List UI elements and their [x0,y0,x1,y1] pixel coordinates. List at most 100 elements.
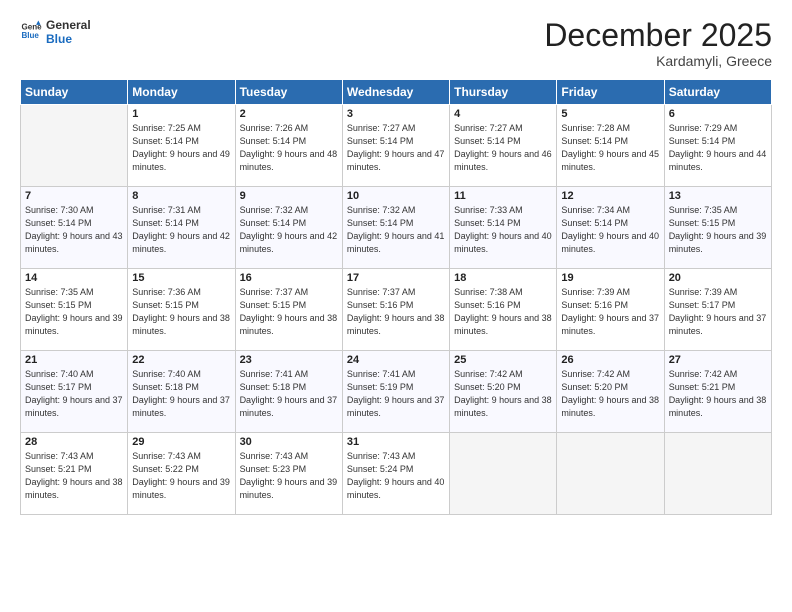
calendar-cell: 5 Sunrise: 7:28 AMSunset: 5:14 PMDayligh… [557,105,664,187]
day-info: Sunrise: 7:42 AMSunset: 5:20 PMDaylight:… [561,368,659,420]
calendar-cell: 3 Sunrise: 7:27 AMSunset: 5:14 PMDayligh… [342,105,449,187]
day-number: 22 [132,354,230,366]
day-number: 19 [561,272,659,284]
day-number: 4 [454,108,552,120]
calendar-table: SundayMondayTuesdayWednesdayThursdayFrid… [20,79,772,515]
day-info: Sunrise: 7:31 AMSunset: 5:14 PMDaylight:… [132,204,230,256]
calendar-cell [21,105,128,187]
day-info: Sunrise: 7:32 AMSunset: 5:14 PMDaylight:… [347,204,445,256]
calendar-week-3: 14 Sunrise: 7:35 AMSunset: 5:15 PMDaylig… [21,269,772,351]
day-number: 25 [454,354,552,366]
day-info: Sunrise: 7:35 AMSunset: 5:15 PMDaylight:… [669,204,767,256]
calendar-cell [557,433,664,515]
day-number: 5 [561,108,659,120]
calendar-cell: 7 Sunrise: 7:30 AMSunset: 5:14 PMDayligh… [21,187,128,269]
page: General Blue General Blue December 2025 … [0,0,792,612]
calendar-cell: 10 Sunrise: 7:32 AMSunset: 5:14 PMDaylig… [342,187,449,269]
weekday-header-friday: Friday [557,80,664,105]
day-number: 18 [454,272,552,284]
calendar-cell: 15 Sunrise: 7:36 AMSunset: 5:15 PMDaylig… [128,269,235,351]
day-number: 27 [669,354,767,366]
day-info: Sunrise: 7:29 AMSunset: 5:14 PMDaylight:… [669,122,767,174]
day-number: 30 [240,436,338,448]
calendar-cell: 16 Sunrise: 7:37 AMSunset: 5:15 PMDaylig… [235,269,342,351]
day-info: Sunrise: 7:40 AMSunset: 5:18 PMDaylight:… [132,368,230,420]
weekday-header-saturday: Saturday [664,80,771,105]
day-info: Sunrise: 7:37 AMSunset: 5:16 PMDaylight:… [347,286,445,338]
day-info: Sunrise: 7:42 AMSunset: 5:21 PMDaylight:… [669,368,767,420]
day-info: Sunrise: 7:39 AMSunset: 5:17 PMDaylight:… [669,286,767,338]
weekday-header-sunday: Sunday [21,80,128,105]
calendar-body: 1 Sunrise: 7:25 AMSunset: 5:14 PMDayligh… [21,105,772,515]
day-info: Sunrise: 7:33 AMSunset: 5:14 PMDaylight:… [454,204,552,256]
day-info: Sunrise: 7:39 AMSunset: 5:16 PMDaylight:… [561,286,659,338]
day-number: 24 [347,354,445,366]
day-number: 21 [25,354,123,366]
svg-text:Blue: Blue [21,31,39,40]
day-info: Sunrise: 7:30 AMSunset: 5:14 PMDaylight:… [25,204,123,256]
day-info: Sunrise: 7:40 AMSunset: 5:17 PMDaylight:… [25,368,123,420]
location: Kardamyli, Greece [544,53,772,69]
calendar-cell [664,433,771,515]
day-number: 20 [669,272,767,284]
day-number: 15 [132,272,230,284]
calendar-cell: 8 Sunrise: 7:31 AMSunset: 5:14 PMDayligh… [128,187,235,269]
calendar-cell: 29 Sunrise: 7:43 AMSunset: 5:22 PMDaylig… [128,433,235,515]
day-number: 7 [25,190,123,202]
day-info: Sunrise: 7:43 AMSunset: 5:23 PMDaylight:… [240,450,338,502]
calendar-cell: 19 Sunrise: 7:39 AMSunset: 5:16 PMDaylig… [557,269,664,351]
weekday-header-wednesday: Wednesday [342,80,449,105]
day-info: Sunrise: 7:43 AMSunset: 5:24 PMDaylight:… [347,450,445,502]
day-info: Sunrise: 7:41 AMSunset: 5:19 PMDaylight:… [347,368,445,420]
calendar-week-1: 1 Sunrise: 7:25 AMSunset: 5:14 PMDayligh… [21,105,772,187]
calendar-cell: 6 Sunrise: 7:29 AMSunset: 5:14 PMDayligh… [664,105,771,187]
day-info: Sunrise: 7:37 AMSunset: 5:15 PMDaylight:… [240,286,338,338]
calendar-cell: 24 Sunrise: 7:41 AMSunset: 5:19 PMDaylig… [342,351,449,433]
day-info: Sunrise: 7:41 AMSunset: 5:18 PMDaylight:… [240,368,338,420]
calendar-cell: 25 Sunrise: 7:42 AMSunset: 5:20 PMDaylig… [450,351,557,433]
calendar-cell: 22 Sunrise: 7:40 AMSunset: 5:18 PMDaylig… [128,351,235,433]
calendar-cell: 18 Sunrise: 7:38 AMSunset: 5:16 PMDaylig… [450,269,557,351]
calendar-week-2: 7 Sunrise: 7:30 AMSunset: 5:14 PMDayligh… [21,187,772,269]
day-info: Sunrise: 7:28 AMSunset: 5:14 PMDaylight:… [561,122,659,174]
day-number: 11 [454,190,552,202]
calendar-cell: 26 Sunrise: 7:42 AMSunset: 5:20 PMDaylig… [557,351,664,433]
calendar-cell: 17 Sunrise: 7:37 AMSunset: 5:16 PMDaylig… [342,269,449,351]
day-number: 2 [240,108,338,120]
day-number: 6 [669,108,767,120]
day-number: 8 [132,190,230,202]
calendar-cell: 28 Sunrise: 7:43 AMSunset: 5:21 PMDaylig… [21,433,128,515]
calendar-cell: 4 Sunrise: 7:27 AMSunset: 5:14 PMDayligh… [450,105,557,187]
weekday-header-tuesday: Tuesday [235,80,342,105]
day-number: 9 [240,190,338,202]
calendar-cell: 13 Sunrise: 7:35 AMSunset: 5:15 PMDaylig… [664,187,771,269]
day-info: Sunrise: 7:27 AMSunset: 5:14 PMDaylight:… [347,122,445,174]
day-info: Sunrise: 7:25 AMSunset: 5:14 PMDaylight:… [132,122,230,174]
day-info: Sunrise: 7:38 AMSunset: 5:16 PMDaylight:… [454,286,552,338]
day-number: 1 [132,108,230,120]
calendar-cell: 27 Sunrise: 7:42 AMSunset: 5:21 PMDaylig… [664,351,771,433]
logo: General Blue General Blue [20,18,91,47]
day-info: Sunrise: 7:26 AMSunset: 5:14 PMDaylight:… [240,122,338,174]
day-number: 10 [347,190,445,202]
day-number: 31 [347,436,445,448]
logo-general: General [46,18,91,32]
weekday-header-monday: Monday [128,80,235,105]
calendar-cell: 11 Sunrise: 7:33 AMSunset: 5:14 PMDaylig… [450,187,557,269]
header: General Blue General Blue December 2025 … [20,18,772,69]
calendar-week-4: 21 Sunrise: 7:40 AMSunset: 5:17 PMDaylig… [21,351,772,433]
day-number: 28 [25,436,123,448]
day-info: Sunrise: 7:43 AMSunset: 5:21 PMDaylight:… [25,450,123,502]
calendar-cell: 23 Sunrise: 7:41 AMSunset: 5:18 PMDaylig… [235,351,342,433]
day-number: 3 [347,108,445,120]
day-info: Sunrise: 7:42 AMSunset: 5:20 PMDaylight:… [454,368,552,420]
calendar-cell: 1 Sunrise: 7:25 AMSunset: 5:14 PMDayligh… [128,105,235,187]
calendar-week-5: 28 Sunrise: 7:43 AMSunset: 5:21 PMDaylig… [21,433,772,515]
calendar-cell [450,433,557,515]
day-number: 14 [25,272,123,284]
day-info: Sunrise: 7:27 AMSunset: 5:14 PMDaylight:… [454,122,552,174]
calendar-cell: 31 Sunrise: 7:43 AMSunset: 5:24 PMDaylig… [342,433,449,515]
day-number: 16 [240,272,338,284]
day-number: 12 [561,190,659,202]
calendar-cell: 14 Sunrise: 7:35 AMSunset: 5:15 PMDaylig… [21,269,128,351]
